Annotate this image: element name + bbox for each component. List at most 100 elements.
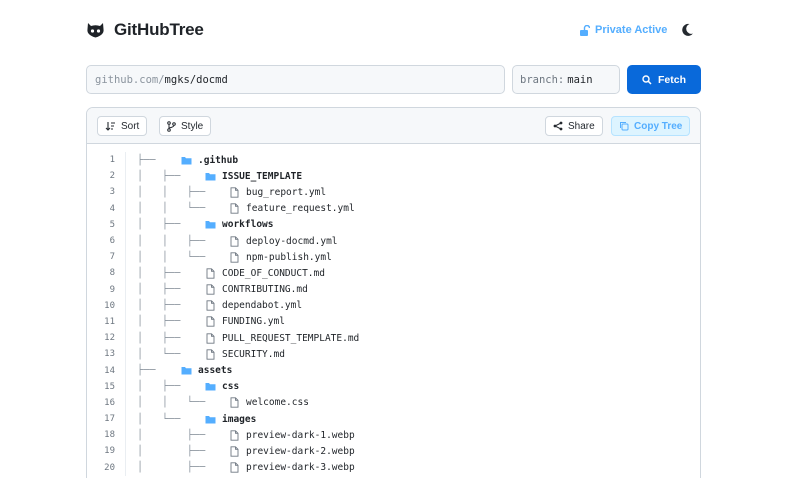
file-node[interactable]: feature_request.yml (229, 203, 355, 214)
line-number: 19 (104, 446, 115, 457)
share-icon (553, 121, 563, 131)
tree-row[interactable]: 14 ├── assets (87, 362, 700, 379)
branch-value: main (567, 73, 593, 86)
tree-row[interactable]: 4 │ │ └── feature_request.yml (87, 200, 700, 217)
folder-node[interactable]: css (205, 381, 239, 392)
file-icon (206, 349, 215, 360)
gutter-divider (125, 168, 126, 185)
tree-connector: │ └── (137, 413, 181, 425)
gutter-divider (125, 459, 126, 476)
brand[interactable]: GitHubTree (86, 20, 204, 40)
private-access-toggle[interactable]: Private Active (579, 24, 667, 36)
file-node[interactable]: bug_report.yml (229, 187, 326, 198)
folder-name: assets (198, 365, 233, 377)
file-icon (206, 316, 215, 328)
fetch-button[interactable]: Fetch (627, 65, 701, 94)
tree-row[interactable]: 10 │ ├── dependabot.yml (87, 297, 700, 314)
tree-row[interactable]: 13 │ └── SECURITY.md (87, 346, 700, 363)
repo-url-input[interactable]: github.com/ mgks/docmd (86, 65, 505, 94)
fetch-label: Fetch (657, 73, 686, 86)
tree-connector: │ │ ├── (137, 186, 206, 198)
folder-name: ISSUE_TEMPLATE (222, 170, 303, 182)
folder-icon (181, 367, 192, 375)
tree-row[interactable]: 15 │ ├── css (87, 378, 700, 395)
line-number: 11 (104, 316, 115, 327)
tree-connector: ├── (137, 365, 156, 377)
file-node[interactable]: PULL_REQUEST_TEMPLATE.md (205, 333, 359, 344)
file-icon (230, 203, 239, 214)
style-button[interactable]: Style (159, 116, 212, 136)
tree-row[interactable]: 8 │ ├── CODE_OF_CONDUCT.md (87, 265, 700, 282)
tree-connector: │ │ └── (137, 251, 206, 263)
file-node[interactable]: CODE_OF_CONDUCT.md (205, 268, 325, 279)
folder-icon (205, 221, 216, 229)
tree-row[interactable]: 7 │ │ └── npm-publish.yml (87, 249, 700, 266)
tree-row[interactable]: 16 │ │ └── welcome.css (87, 394, 700, 411)
line-number: 2 (109, 171, 115, 182)
tree-row[interactable]: 2 │ ├── ISSUE_TEMPLATE (87, 168, 700, 185)
copy-tree-label: Copy Tree (634, 120, 683, 132)
line-number: 9 (109, 284, 115, 295)
tree-row[interactable]: 17 │ └── images (87, 411, 700, 428)
tree-row[interactable]: 19 │ ├── preview-dark-2.webp (87, 443, 700, 460)
file-icon (230, 397, 239, 409)
style-label: Style (181, 120, 204, 132)
tree-row[interactable]: 6 │ │ ├── deploy-docmd.yml (87, 232, 700, 250)
file-node[interactable]: dependabot.yml (205, 300, 302, 311)
file-node[interactable]: FUNDING.yml (205, 316, 285, 327)
file-node[interactable]: CONTRIBUTING.md (205, 284, 308, 295)
file-name: preview-dark-2.webp (246, 445, 355, 457)
gutter-divider (125, 249, 126, 266)
tree-row[interactable]: 3 │ │ ├── bug_report.yml (87, 184, 700, 201)
file-node[interactable]: welcome.css (229, 397, 309, 408)
tree-row[interactable]: 9 │ ├── CONTRIBUTING.md (87, 281, 700, 298)
line-number: 3 (109, 187, 115, 198)
gutter-divider (125, 378, 126, 395)
file-node[interactable]: npm-publish.yml (229, 252, 332, 263)
sort-button[interactable]: Sort (97, 116, 148, 136)
file-name: welcome.css (246, 397, 309, 409)
line-number: 1 (109, 155, 115, 166)
tree-row[interactable]: 1 ├── .github (87, 152, 700, 169)
file-node[interactable]: preview-dark-2.webp (229, 446, 355, 457)
folder-node[interactable]: ISSUE_TEMPLATE (205, 171, 302, 182)
line-number: 8 (109, 268, 115, 279)
tree-row[interactable]: 12 │ ├── PULL_REQUEST_TEMPLATE.md (87, 330, 700, 347)
tree-toolbar: Sort Style Share Copy Tree (87, 108, 700, 144)
file-node[interactable]: deploy-docmd.yml (229, 236, 338, 247)
file-name: CODE_OF_CONDUCT.md (222, 267, 325, 279)
tree-row[interactable]: 11 │ ├── FUNDING.yml (87, 313, 700, 331)
moon-icon[interactable] (679, 22, 695, 38)
tree-connector: │ ├── (137, 445, 206, 457)
folder-name: .github (198, 154, 239, 166)
share-button[interactable]: Share (545, 116, 603, 136)
tree-row[interactable]: 5 │ ├── workflows (87, 216, 700, 233)
folder-node[interactable]: workflows (205, 219, 273, 230)
folder-node[interactable]: images (205, 414, 256, 425)
file-node[interactable]: preview-dark-1.webp (229, 430, 355, 441)
folder-node[interactable]: .github (181, 155, 238, 166)
line-number: 15 (104, 381, 115, 392)
gutter-divider (125, 184, 126, 201)
app-title: GitHubTree (114, 20, 204, 39)
tree-row[interactable]: 18 │ ├── preview-dark-1.webp (87, 427, 700, 444)
gutter-divider (125, 232, 126, 250)
unlock-icon (580, 24, 590, 36)
search-icon (642, 74, 652, 85)
file-name: npm-publish.yml (246, 251, 332, 263)
file-node[interactable]: preview-dark-3.webp (229, 462, 355, 473)
branch-input[interactable]: branch: main (512, 65, 620, 94)
file-icon (206, 268, 215, 279)
file-icon (230, 252, 239, 263)
file-icon (230, 235, 239, 247)
tree-connector: │ ├── (137, 381, 181, 393)
file-node[interactable]: SECURITY.md (205, 349, 285, 360)
gutter-divider (125, 281, 126, 298)
gutter-divider (125, 265, 126, 282)
tree-row[interactable]: 20 │ ├── preview-dark-3.webp (87, 459, 700, 476)
tree-panel: Sort Style Share Copy Tree 1 ├── .github… (86, 107, 701, 478)
gutter-divider (125, 394, 126, 411)
copy-tree-button[interactable]: Copy Tree (611, 116, 691, 136)
file-icon (230, 446, 239, 457)
folder-node[interactable]: assets (181, 365, 232, 376)
